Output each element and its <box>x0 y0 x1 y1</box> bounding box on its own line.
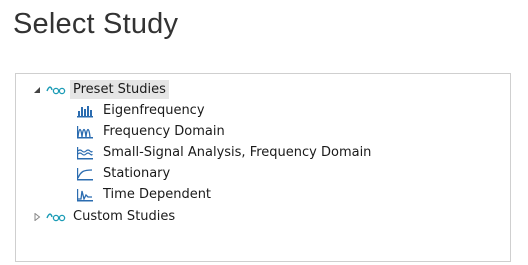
tree-label-custom-studies[interactable]: Custom Studies <box>70 207 178 226</box>
small-signal-icon <box>76 145 94 161</box>
tree-node-custom-studies[interactable]: Custom Studies <box>32 206 178 227</box>
tree-label-stationary[interactable]: Stationary <box>100 164 173 183</box>
tree-node-frequency-domain[interactable]: Frequency Domain <box>76 121 228 142</box>
collapsed-arrow-icon[interactable] <box>32 212 42 222</box>
tree-label-preset-studies[interactable]: Preset Studies <box>70 80 169 99</box>
tree-label-time-dependent[interactable]: Time Dependent <box>100 185 214 204</box>
expanded-arrow-icon[interactable] <box>32 85 42 95</box>
tree-label-small-signal[interactable]: Small-Signal Analysis, Frequency Domain <box>100 143 374 162</box>
page-title: Select Study <box>13 8 179 40</box>
tree-node-preset-studies[interactable]: Preset Studies <box>32 79 169 100</box>
eigenfrequency-icon <box>76 103 94 119</box>
tree-node-time-dependent[interactable]: Time Dependent <box>76 184 214 205</box>
stationary-icon <box>76 166 94 182</box>
study-group-icon <box>46 209 66 225</box>
study-tree[interactable]: Preset Studies Eigenfrequency Frequency … <box>15 73 511 262</box>
tree-node-small-signal[interactable]: Small-Signal Analysis, Frequency Domain <box>76 142 374 163</box>
tree-node-stationary[interactable]: Stationary <box>76 163 173 184</box>
study-group-icon <box>46 82 66 98</box>
tree-node-eigenfrequency[interactable]: Eigenfrequency <box>76 100 208 121</box>
tree-label-frequency-domain[interactable]: Frequency Domain <box>100 122 228 141</box>
tree-label-eigenfrequency[interactable]: Eigenfrequency <box>100 101 208 120</box>
frequency-domain-icon <box>76 124 94 140</box>
time-dependent-icon <box>76 187 94 203</box>
